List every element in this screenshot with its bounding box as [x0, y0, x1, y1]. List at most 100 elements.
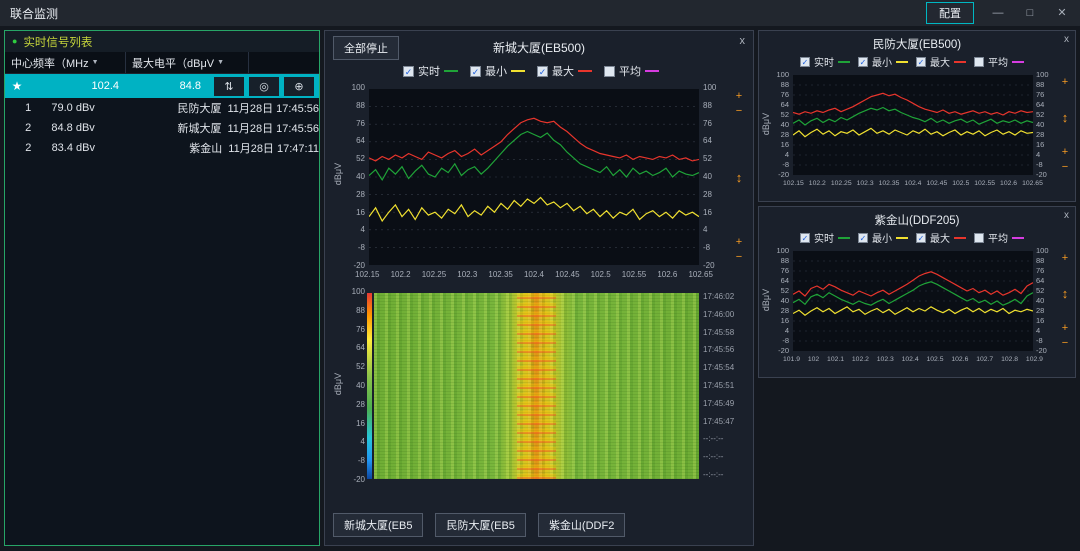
legend-label: 最大 — [930, 230, 950, 245]
legend-checkbox[interactable] — [974, 57, 984, 67]
zoom-in-icon[interactable]: + — [1062, 147, 1068, 158]
zoom-in-icon[interactable]: + — [1062, 253, 1068, 264]
x-axis-ticks: 102.15102.2102.25102.3102.35102.4102.451… — [783, 181, 1043, 188]
tick-label: 76 — [356, 120, 365, 128]
y-axis-ticks-left: 100887664524028164-8-20 — [765, 71, 789, 179]
legend-item: ✓ 最大 — [916, 54, 966, 69]
legend-checkbox[interactable]: ✓ — [800, 233, 810, 243]
scale-drag-icon[interactable]: ↕ — [1062, 111, 1069, 124]
row-station: 紫金山 — [133, 140, 224, 156]
legend-checkbox[interactable]: ✓ — [858, 57, 868, 67]
scale-drag-icon[interactable]: ↕ — [1062, 287, 1069, 300]
legend-item: ✓实时 — [800, 230, 850, 245]
zoom-in-icon[interactable]: + — [1062, 323, 1068, 334]
legend-label: 实时 — [814, 54, 834, 69]
station-button-zijinshan[interactable]: 紫金山(DDF2 — [538, 513, 625, 537]
waterfall-plot[interactable] — [374, 293, 699, 479]
row-index: 2 — [5, 122, 51, 134]
station-button-minfang[interactable]: 民防大厦(EB5 — [435, 513, 525, 537]
locate-crosshair-icon[interactable]: ⊕ — [284, 77, 314, 96]
tick-label: -20 — [353, 476, 365, 484]
sort-dropdown-icon[interactable]: ▼ — [217, 59, 224, 66]
zoom-out-icon[interactable]: − — [1062, 338, 1068, 349]
legend-checkbox[interactable]: ✓ — [800, 57, 810, 67]
signal-row[interactable]: 2 84.8 dBv 新城大厦 11月28日 17:45:56 — [5, 118, 319, 138]
signal-list-empty-area — [5, 158, 319, 545]
tick-label: -8 — [703, 244, 710, 252]
waterfall-timestamps: 17:46:0217:46:0017:45:5817:45:5617:45:54… — [703, 293, 755, 479]
signal-row[interactable]: 2 83.4 dBv 紫金山 11月28日 17:47:11 — [5, 138, 319, 158]
legend-label: 平均 — [619, 63, 641, 79]
tick-label: 102.5 — [591, 271, 611, 279]
config-button[interactable]: 配置 — [926, 2, 974, 24]
legend-label: 最大 — [930, 54, 950, 69]
zoom-out-icon[interactable]: − — [1062, 162, 1068, 173]
tick-label: 100 — [776, 247, 789, 255]
column-header-level[interactable]: 最大电平（dBμV ▼ — [126, 52, 249, 73]
spectrum-plot-area[interactable] — [793, 75, 1033, 175]
legend-item: 平均 — [974, 54, 1024, 69]
tick-label: 52 — [1036, 287, 1044, 295]
tick-label: 76 — [356, 326, 365, 334]
tick-label: 64 — [781, 277, 789, 285]
spectrum-plot[interactable] — [793, 251, 1033, 351]
minfang-chart-card: 民防大厦(EB500) x ✓实时✓最小✓最大平均 dBμV 100887664… — [758, 30, 1076, 202]
legend-checkbox[interactable] — [604, 66, 615, 77]
minimize-icon[interactable]: — — [990, 8, 1006, 19]
close-icon[interactable]: ✕ — [1054, 8, 1070, 19]
tick-label: -8 — [782, 337, 789, 345]
waterfall-y-ticks: 100887664524028164-8-20 — [337, 288, 365, 484]
legend-checkbox[interactable]: ✓ — [916, 57, 926, 67]
zoom-in-icon[interactable]: + — [736, 237, 742, 248]
tick-label: 4 — [785, 327, 789, 335]
legend-checkbox[interactable]: ✓ — [470, 66, 481, 77]
legend-color-swatch — [578, 70, 592, 72]
signal-row[interactable]: 1 79.0 dBv 民防大厦 11月28日 17:45:56 — [5, 98, 319, 118]
legend-item: ✓实时 — [403, 63, 458, 79]
maximize-icon[interactable]: □ — [1022, 8, 1038, 19]
spectrum-plot[interactable] — [793, 75, 1033, 175]
y-axis-ticks-left: 100887664524028164-8-20 — [337, 84, 365, 270]
tick-label: 102.55 — [622, 271, 646, 279]
chart-title: 紫金山(DDF205) — [759, 212, 1075, 228]
tick-label: 52 — [781, 111, 789, 119]
zoom-in-icon[interactable]: + — [736, 91, 742, 102]
spectrum-plot[interactable] — [369, 89, 699, 265]
zoom-out-icon[interactable]: − — [736, 106, 742, 117]
legend-color-swatch — [1012, 237, 1024, 239]
legend-checkbox[interactable] — [974, 233, 984, 243]
zoom-out-icon[interactable]: − — [736, 252, 742, 263]
star-icon[interactable]: ★ — [7, 79, 27, 93]
column-header-frequency[interactable]: 中心频率（MHz ▼ — [5, 52, 126, 73]
tick-label: -8 — [358, 457, 365, 465]
legend-color-swatch — [444, 70, 458, 72]
card-close-icon[interactable]: x — [740, 36, 746, 47]
selected-signal-row[interactable]: ★ 102.4 84.8 ⇅ ◎ ⊕ — [5, 74, 319, 98]
tick-label: 102.2 — [809, 181, 826, 188]
tick-label: 100 — [703, 84, 716, 92]
tick-label: 102.4 — [904, 181, 921, 188]
legend-checkbox[interactable]: ✓ — [403, 66, 414, 77]
waterfall-timestamp: 17:45:56 — [703, 346, 755, 354]
sort-dropdown-icon[interactable]: ▼ — [92, 59, 99, 66]
spectrum-plot-area[interactable] — [369, 89, 699, 265]
row-station: 新城大厦 — [133, 120, 224, 136]
spectrum-plot-area[interactable] — [793, 251, 1033, 351]
row-level: 79.0 dBv — [51, 102, 132, 114]
tick-label: 16 — [703, 209, 712, 217]
waterfall-timestamp: 17:45:51 — [703, 382, 755, 390]
legend-checkbox[interactable]: ✓ — [916, 233, 926, 243]
legend-checkbox[interactable]: ✓ — [537, 66, 548, 77]
scale-drag-icon[interactable]: ↕ — [736, 171, 743, 184]
sort-arrows-icon[interactable]: ⇅ — [214, 77, 244, 96]
y-axis-ticks-right: 100887664524028164-8-20 — [703, 84, 731, 270]
legend-checkbox[interactable]: ✓ — [858, 233, 868, 243]
station-buttons: 新城大厦(EB5 民防大厦(EB5 紫金山(DDF2 — [333, 513, 625, 537]
station-button-xincheng[interactable]: 新城大厦(EB5 — [333, 513, 423, 537]
card-close-icon[interactable]: x — [1064, 211, 1069, 221]
zoom-in-icon[interactable]: + — [1062, 77, 1068, 88]
card-close-icon[interactable]: x — [1064, 35, 1069, 45]
tick-label: 76 — [781, 91, 789, 99]
chart-legend: ✓实时✓最小✓最大平均 — [769, 54, 1055, 69]
monitor-target-icon[interactable]: ◎ — [249, 77, 279, 96]
